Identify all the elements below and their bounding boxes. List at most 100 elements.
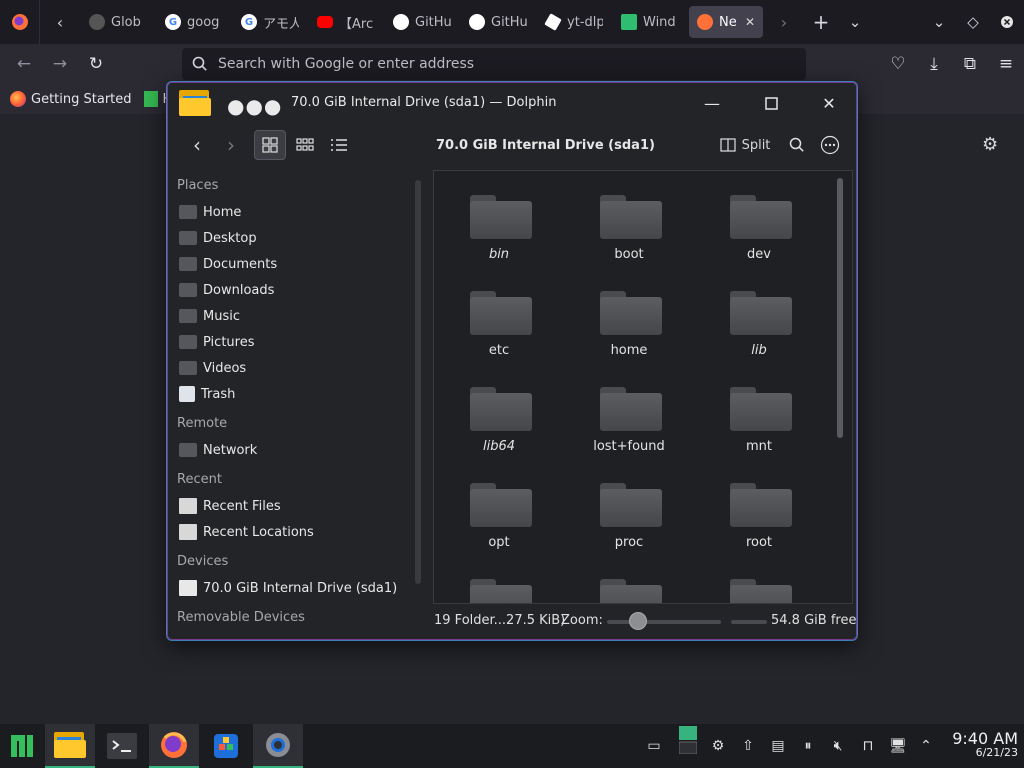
downloads-icon[interactable]: ⤓ bbox=[916, 44, 952, 84]
places-item-home[interactable]: Home bbox=[179, 200, 405, 224]
places-item-music[interactable]: Music bbox=[179, 304, 405, 328]
clipboard-icon[interactable]: ▤ bbox=[768, 736, 788, 756]
places-item-recent-locations[interactable]: Recent Locations bbox=[179, 520, 405, 544]
browser-tab[interactable]: Ne ✕ bbox=[689, 6, 763, 38]
browser-tab[interactable]: 【Arc bbox=[309, 6, 383, 38]
folder-item[interactable]: etc bbox=[434, 273, 554, 369]
reload-icon[interactable]: ↻ bbox=[78, 44, 114, 84]
places-item-videos[interactable]: Videos bbox=[179, 356, 405, 380]
folder-item[interactable]: root bbox=[694, 465, 814, 561]
folder-item[interactable]: opt bbox=[434, 465, 554, 561]
icons-view-button[interactable] bbox=[254, 130, 286, 160]
places-item-recent-files[interactable]: Recent Files bbox=[179, 494, 405, 518]
places-item-downloads[interactable]: Downloads bbox=[179, 278, 405, 302]
window-minimize-icon[interactable]: ⌄ bbox=[922, 0, 956, 44]
folder-item[interactable] bbox=[434, 561, 554, 603]
places-item-desktop[interactable]: Desktop bbox=[179, 226, 405, 250]
folder-item[interactable]: lib64 bbox=[434, 369, 554, 465]
places-item-pictures[interactable]: Pictures bbox=[179, 330, 405, 354]
folder-item[interactable]: mnt bbox=[694, 369, 814, 465]
folder-item[interactable] bbox=[564, 561, 684, 603]
places-item-trash[interactable]: Trash bbox=[179, 382, 405, 406]
more-options-icon[interactable]: ●●● bbox=[227, 94, 282, 118]
split-button[interactable]: Split bbox=[717, 130, 773, 160]
kde-connect-icon[interactable]: ⚙ bbox=[708, 736, 728, 756]
folder-item[interactable]: proc bbox=[564, 465, 684, 561]
menu-button[interactable] bbox=[818, 130, 842, 160]
search-button[interactable] bbox=[785, 130, 809, 160]
window-restore-icon[interactable]: ◇ bbox=[956, 0, 990, 44]
hamburger-menu-icon[interactable]: ≡ bbox=[988, 44, 1024, 84]
folder-icon bbox=[730, 287, 792, 335]
extensions-icon[interactable]: ⧉ bbox=[952, 44, 988, 84]
browser-tab[interactable]: G アモ人 bbox=[233, 6, 307, 38]
window-close-icon[interactable] bbox=[990, 0, 1024, 44]
taskbar-settings[interactable] bbox=[253, 724, 303, 768]
volume-muted-icon[interactable]: 🔇︎ bbox=[828, 736, 848, 756]
places-panel: Places Home Desktop Documents Downloads … bbox=[167, 174, 407, 634]
show-hidden-tray-icon[interactable]: ⌃ bbox=[916, 736, 936, 756]
network-icon[interactable]: 🖥︎ bbox=[888, 736, 908, 756]
forward-icon[interactable]: → bbox=[42, 44, 78, 84]
browser-tab[interactable]: yt-dlp bbox=[537, 6, 611, 38]
show-desktop-icon[interactable]: ▭ bbox=[644, 736, 664, 756]
places-item-network[interactable]: Network bbox=[179, 438, 405, 462]
browser-tab-label: 【Arc bbox=[339, 16, 374, 32]
tab-scroll-left-icon[interactable]: ‹ bbox=[40, 0, 80, 44]
zoom-slider-handle[interactable] bbox=[629, 612, 647, 630]
url-input[interactable] bbox=[218, 56, 778, 72]
taskbar-firefox[interactable] bbox=[149, 724, 199, 768]
free-space-label: 54.8 GiB free bbox=[771, 613, 857, 628]
browser-tab[interactable]: Ggoog bbox=[157, 6, 231, 38]
address-bar[interactable] bbox=[182, 48, 806, 80]
places-item-internal-drive[interactable]: 70.0 GiB Internal Drive (sda1) bbox=[179, 576, 405, 600]
file-view[interactable]: bin boot dev etc home lib lib64 lost+found mnt op… bbox=[433, 170, 853, 604]
details-view-button[interactable] bbox=[323, 130, 355, 160]
browser-tab[interactable]: GitHu bbox=[461, 6, 535, 38]
list-all-tabs-icon[interactable]: ⌄ bbox=[838, 0, 872, 44]
folder-item[interactable]: home bbox=[564, 273, 684, 369]
places-scrollbar[interactable] bbox=[415, 180, 421, 584]
media-pause-icon[interactable]: ⏸ bbox=[798, 736, 818, 756]
compact-view-button[interactable] bbox=[289, 130, 321, 160]
back-icon[interactable]: ‹ bbox=[185, 130, 209, 160]
usb-icon[interactable]: ⊓ bbox=[858, 736, 878, 756]
dolphin-titlebar[interactable]: ●●● 70.0 GiB Internal Drive (sda1) — Dol… bbox=[167, 82, 857, 124]
new-tab-button[interactable]: + bbox=[804, 0, 838, 44]
pocket-icon[interactable]: ♡ bbox=[880, 44, 916, 84]
places-header: Places bbox=[177, 178, 219, 193]
minimize-icon[interactable]: — bbox=[697, 88, 727, 118]
back-icon[interactable]: ← bbox=[6, 44, 42, 84]
clock[interactable]: 9:40 AM 6/21/23 bbox=[944, 729, 1018, 759]
taskbar-dolphin[interactable] bbox=[45, 724, 95, 768]
forward-icon[interactable]: › bbox=[219, 130, 243, 160]
zoom-slider-track[interactable] bbox=[607, 620, 721, 624]
bookmark-getting-started[interactable]: Getting Started bbox=[10, 91, 132, 107]
updates-icon[interactable]: ⇧ bbox=[738, 736, 758, 756]
pager-icon[interactable] bbox=[678, 726, 698, 754]
maximize-icon[interactable] bbox=[756, 88, 786, 118]
browser-tab[interactable]: Wind bbox=[613, 6, 687, 38]
places-item-documents[interactable]: Documents bbox=[179, 252, 405, 276]
github-icon bbox=[469, 14, 485, 30]
close-icon[interactable]: ✕ bbox=[814, 88, 844, 118]
close-tab-icon[interactable]: ✕ bbox=[745, 15, 755, 29]
browser-tab[interactable]: Glob bbox=[81, 6, 155, 38]
places-item-label: Desktop bbox=[203, 230, 257, 246]
folder-item[interactable]: bin bbox=[434, 177, 554, 273]
gear-icon[interactable]: ⚙ bbox=[982, 134, 998, 155]
taskbar-software-center[interactable] bbox=[201, 724, 251, 768]
tab-scroll-right-icon[interactable]: › bbox=[764, 0, 804, 44]
folder-item[interactable]: dev bbox=[694, 177, 814, 273]
folder-item[interactable] bbox=[694, 561, 814, 603]
file-view-scrollbar[interactable] bbox=[837, 178, 843, 438]
folder-item[interactable]: boot bbox=[564, 177, 684, 273]
folder-item[interactable]: lib bbox=[694, 273, 814, 369]
places-item-label: Home bbox=[203, 204, 242, 220]
breadcrumb[interactable]: 70.0 GiB Internal Drive (sda1) bbox=[436, 138, 655, 153]
browser-tab[interactable]: GitHu bbox=[385, 6, 459, 38]
firefox-menu-icon[interactable] bbox=[0, 0, 40, 44]
folder-item[interactable]: lost+found bbox=[564, 369, 684, 465]
app-launcher-icon[interactable] bbox=[0, 724, 44, 768]
taskbar-terminal[interactable] bbox=[97, 724, 147, 768]
